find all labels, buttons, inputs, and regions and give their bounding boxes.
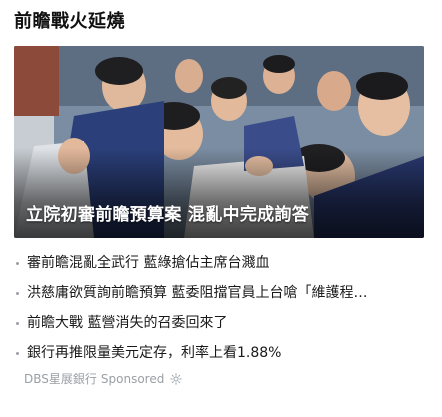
- advertiser-name: DBS星展銀行: [24, 372, 97, 386]
- sponsored-item[interactable]: 銀行再推限量美元定存，利率上看1.88%: [14, 338, 424, 368]
- bullet-dot: [16, 351, 19, 355]
- bullet-dot: [16, 291, 19, 295]
- news-card: 前瞻戰火延燒 立院初審前瞻預算案 混亂中完成詢答 審前瞻混亂全武行 藍綠搶佔主席…: [0, 0, 442, 417]
- news-list: 審前瞻混亂全武行 藍綠搶佔主席台濺血 洪慈庸欲質詢前瞻預算 藍委阻擋官員上台嗆「…: [14, 248, 424, 368]
- news-item[interactable]: 洪慈庸欲質詢前瞻預算 藍委阻擋官員上台嗆「維護程…: [14, 278, 424, 308]
- hero-image-link[interactable]: 立院初審前瞻預算案 混亂中完成詢答: [14, 46, 424, 238]
- news-item-title[interactable]: 前瞻大戰 藍營消失的召委回來了: [27, 313, 227, 333]
- bullet-dot: [16, 261, 19, 265]
- bullet-dot: [16, 321, 19, 325]
- news-item[interactable]: 審前瞻混亂全武行 藍綠搶佔主席台濺血: [14, 248, 424, 278]
- sun-icon[interactable]: [170, 373, 183, 385]
- news-item[interactable]: 前瞻大戰 藍營消失的召委回來了: [14, 308, 424, 338]
- section-title: 前瞻戰火延燒: [14, 11, 125, 32]
- sponsored-label: Sponsored: [100, 372, 165, 386]
- sponsored-item-title[interactable]: 銀行再推限量美元定存，利率上看1.88%: [27, 343, 281, 363]
- hero-headline[interactable]: 立院初審前瞻預算案 混亂中完成詢答: [26, 204, 309, 226]
- news-item-title[interactable]: 洪慈庸欲質詢前瞻預算 藍委阻擋官員上台嗆「維護程…: [27, 283, 367, 303]
- sponsor-info: DBS星展銀行 Sponsored: [24, 371, 183, 387]
- news-item-title[interactable]: 審前瞻混亂全武行 藍綠搶佔主席台濺血: [27, 253, 269, 273]
